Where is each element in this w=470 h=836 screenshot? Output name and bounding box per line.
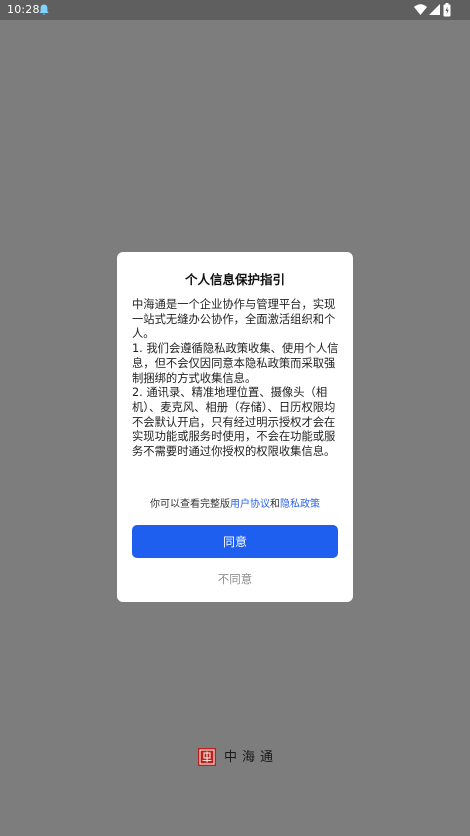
policy-prefix-text: 你可以查看完整版 — [150, 499, 230, 510]
battery-icon — [443, 3, 451, 17]
signal-icon — [429, 4, 440, 15]
privacy-policy-link[interactable]: 隐私政策 — [280, 499, 320, 510]
bell-icon — [39, 4, 49, 15]
brand-seal-icon — [198, 748, 216, 766]
policy-conjunction-text: 和 — [270, 499, 280, 510]
policy-links-line: 你可以查看完整版用户协议和隐私政策 — [117, 498, 353, 512]
disagree-button[interactable]: 不同意 — [132, 568, 338, 590]
dialog-title: 个人信息保护指引 — [184, 272, 285, 287]
brand-name: 中海通 — [224, 750, 279, 765]
user-agreement-link[interactable]: 用户协议 — [230, 499, 270, 510]
status-bar: 10:28 — [0, 0, 470, 20]
status-time: 10:28 — [7, 3, 40, 16]
dialog-body-text: 中海通是一个企业协作与管理平台，实现一站式无缝办公协作，全面激活组织和个人。 1… — [132, 298, 339, 459]
privacy-dialog: 个人信息保护指引 中海通是一个企业协作与管理平台，实现一站式无缝办公协作，全面激… — [117, 252, 353, 602]
agree-button[interactable]: 同意 — [132, 525, 338, 558]
wifi-icon — [414, 4, 427, 15]
